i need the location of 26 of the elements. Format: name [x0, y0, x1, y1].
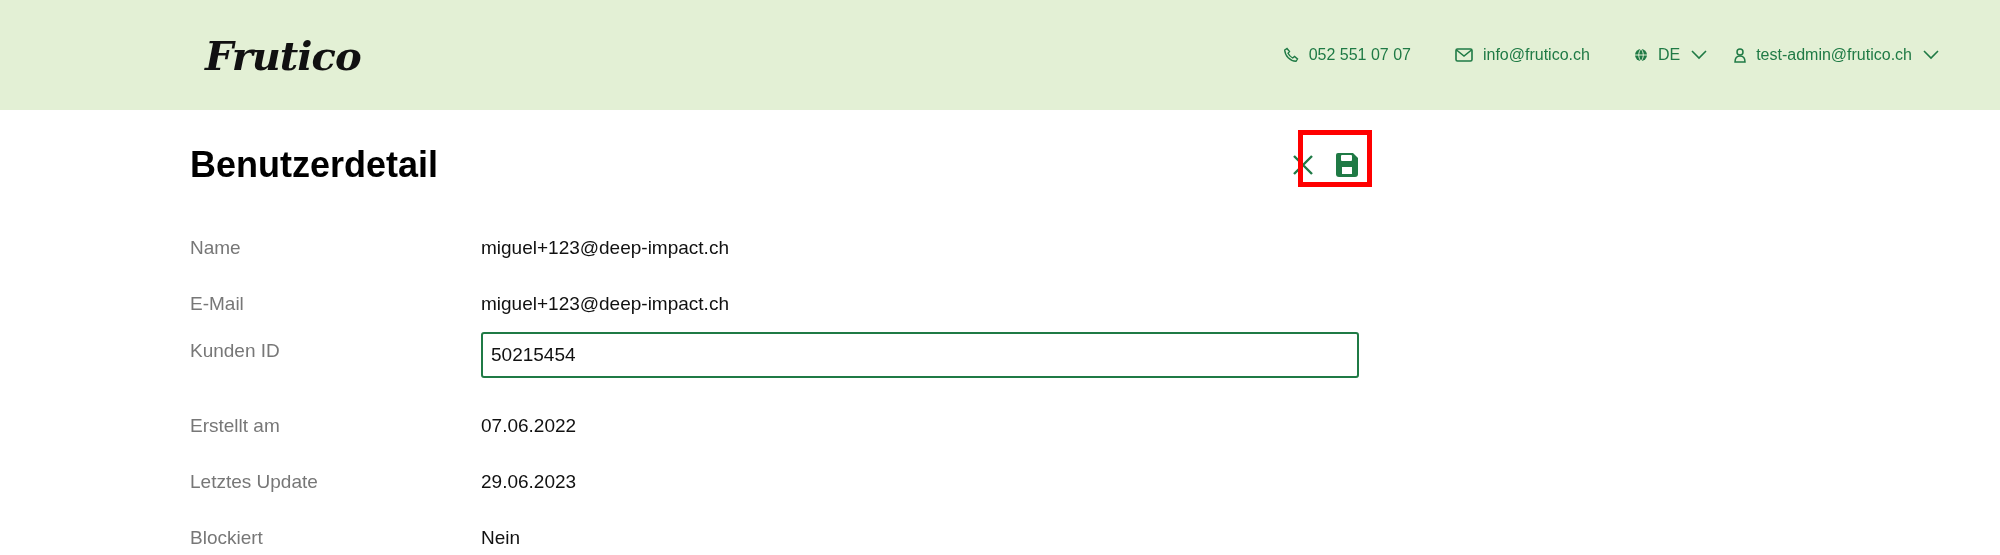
- globe-icon: [1633, 48, 1648, 62]
- input-field[interactable]: 50215454: [481, 332, 1359, 378]
- mail-icon: [1454, 48, 1473, 62]
- field-label: Kunden ID: [190, 339, 281, 362]
- language-selector[interactable]: DE: [1657, 46, 1681, 64]
- field-label: Letztes Update: [190, 471, 319, 493]
- phone-link[interactable]: 052 551 07 07: [1308, 46, 1411, 64]
- field-label: Blockiert: [190, 527, 264, 549]
- user-menu[interactable]: test-admin@frutico.ch: [1756, 46, 1912, 64]
- user-icon: [1734, 47, 1747, 63]
- phone-icon: [1282, 47, 1299, 63]
- field-label: Name: [190, 237, 242, 259]
- chevron-down-icon[interactable]: [1922, 50, 1940, 60]
- logo[interactable]: Frutico: [205, 31, 361, 79]
- field-value: Nein: [481, 527, 522, 549]
- close-icon[interactable]: [1292, 154, 1314, 176]
- save-icon[interactable]: [1336, 153, 1358, 177]
- field-value: 07.06.2022: [481, 415, 578, 437]
- field-label: Erstellt am: [190, 415, 281, 437]
- page-title: Benutzerdetail: [190, 144, 439, 186]
- field-label: E-Mail: [190, 293, 245, 315]
- email-link[interactable]: info@frutico.ch: [1482, 46, 1590, 64]
- field-value: 29.06.2023: [481, 471, 578, 493]
- field-value: miguel+123@deep-impact.ch: [481, 293, 730, 315]
- field-value: miguel+123@deep-impact.ch: [481, 237, 730, 259]
- chevron-down-icon[interactable]: [1690, 50, 1709, 60]
